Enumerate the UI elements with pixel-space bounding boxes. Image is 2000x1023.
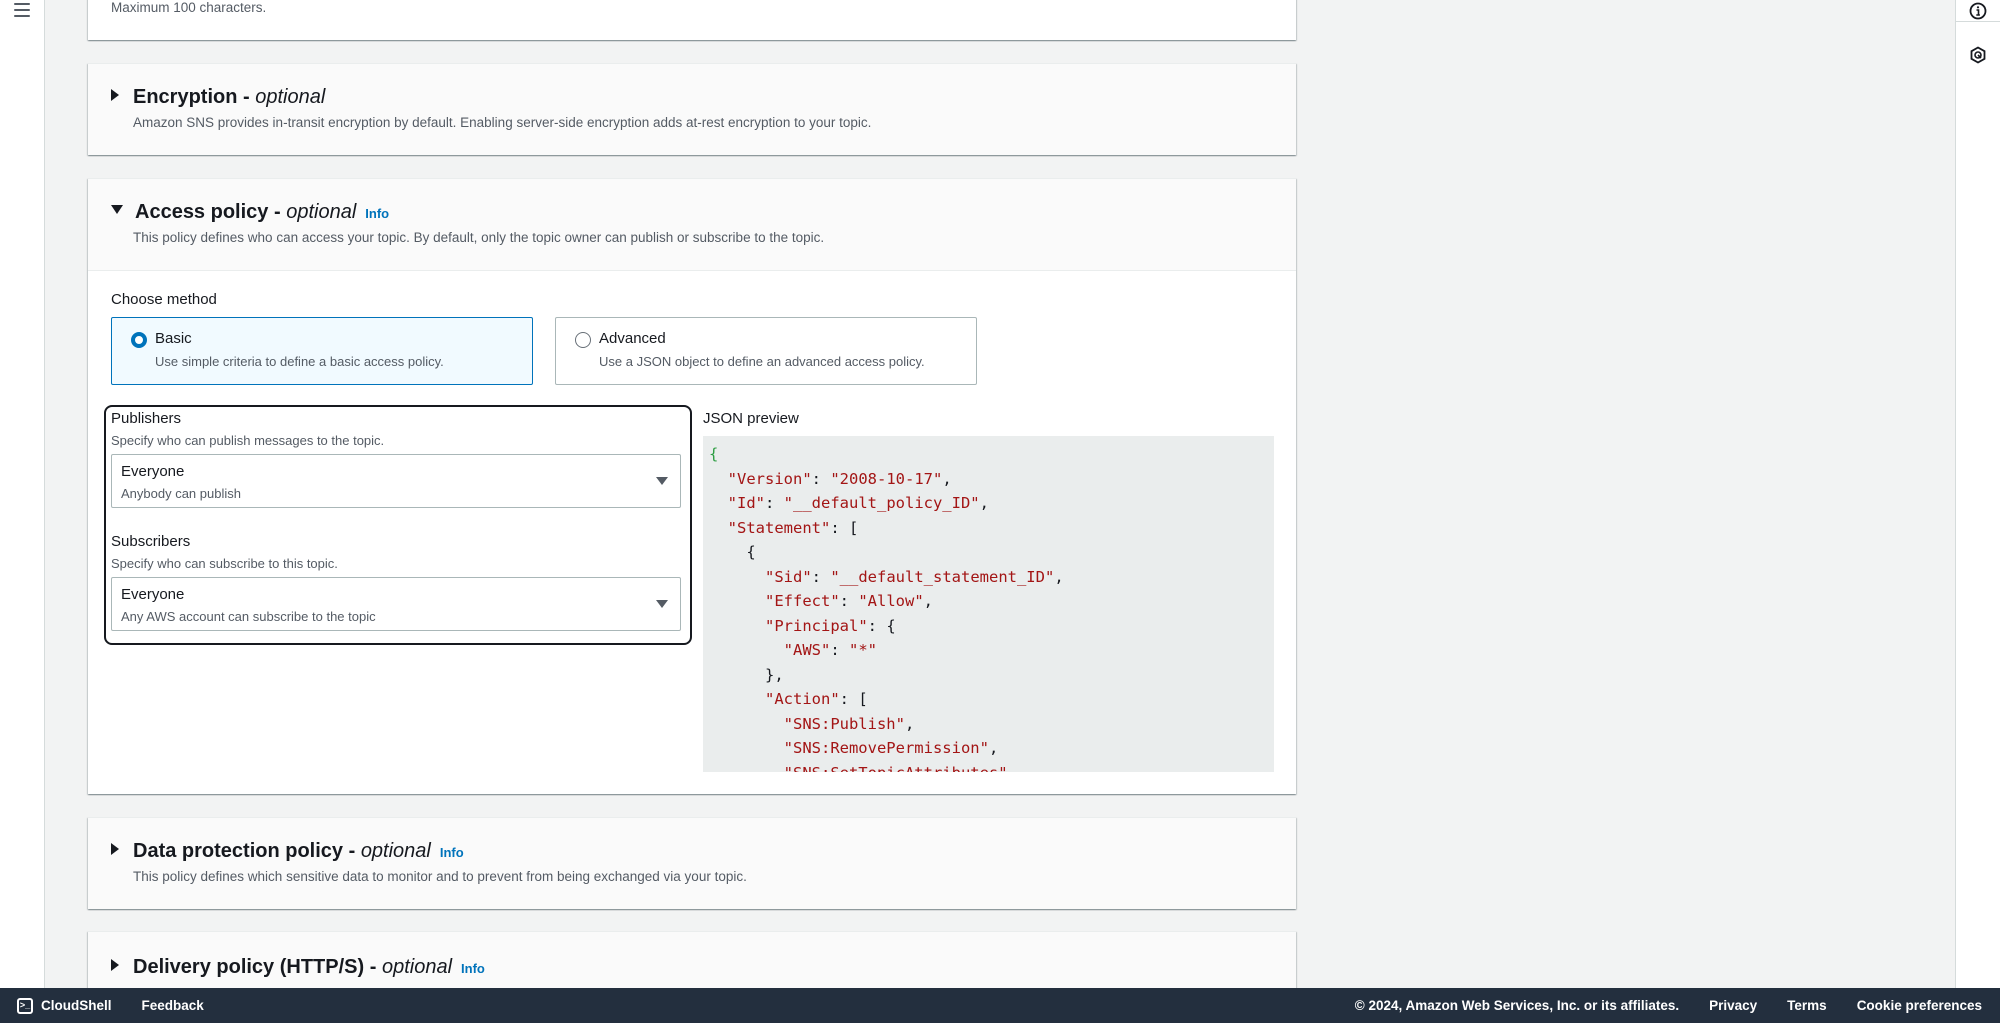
section-description: Amazon SNS provides in-transit encryptio…	[133, 115, 872, 130]
hexagon-feedback-icon	[1970, 46, 1986, 64]
console-footer: >_ CloudShell Feedback © 2024, Amazon We…	[0, 988, 2000, 1023]
access-policy-toggle[interactable]: Access policy - optional Info	[111, 201, 1296, 224]
menu-bar	[14, 9, 30, 11]
section-title: Delivery policy (HTTP/S) - optional	[133, 956, 453, 978]
selected-value: Everyone	[121, 586, 185, 603]
json-line: "Id": "__default_policy_ID",	[727, 494, 989, 512]
info-link[interactable]: Info	[365, 206, 389, 221]
feedback-link[interactable]: Feedback	[142, 998, 204, 1013]
privacy-link[interactable]: Privacy	[1709, 998, 1757, 1013]
section-description: This policy defines who can access your …	[133, 230, 825, 245]
tile-description: Use a JSON object to define an advanced …	[599, 354, 925, 369]
json-line: "AWS": "*"	[783, 641, 877, 659]
info-link[interactable]: Info	[440, 845, 464, 860]
json-line: "Sid": "__default_statement_ID",	[765, 567, 1064, 586]
dropdown-caret-icon	[656, 477, 668, 485]
selected-value: Everyone	[121, 463, 185, 480]
publishers-description: Specify who can publish messages to the …	[111, 433, 385, 448]
subscribers-description: Specify who can subscribe to this topic.	[111, 556, 338, 571]
details-panel: Maximum 100 characters.	[88, 0, 1296, 40]
json-line: {	[709, 543, 756, 561]
caret-down-icon	[111, 205, 123, 214]
info-circle-icon	[1969, 2, 1987, 19]
json-preview-code: { "Version": "2008-10-17", "Id": "__defa…	[709, 442, 1268, 772]
dropdown-caret-icon	[656, 600, 668, 608]
name-constraint-hint: Maximum 100 characters.	[111, 0, 267, 15]
access-policy-section: Access policy - optional Info This polic…	[88, 178, 1296, 794]
json-line: "Principal": {	[765, 616, 896, 635]
radio-button[interactable]	[575, 332, 591, 348]
json-line: },	[709, 665, 784, 684]
json-preview[interactable]: { "Version": "2008-10-17", "Id": "__defa…	[703, 436, 1274, 772]
method-tile-advanced[interactable]: Advanced Use a JSON object to define an …	[555, 317, 977, 385]
hamburger-menu-icon[interactable]	[14, 3, 30, 17]
data-protection-toggle[interactable]: Data protection policy - optional Info	[111, 840, 1296, 863]
radio-button-selected[interactable]	[131, 332, 147, 348]
section-description: This policy defines which sensitive data…	[133, 869, 747, 884]
menu-bar	[14, 15, 30, 17]
info-link[interactable]: Info	[461, 961, 485, 976]
cloudshell-icon: >_	[17, 997, 33, 1014]
feedback-panel-button[interactable]	[1956, 39, 2000, 71]
left-navigation	[0, 0, 45, 988]
subscribers-select[interactable]: Everyone Any AWS account can subscribe t…	[111, 577, 681, 631]
menu-bar	[14, 3, 30, 5]
json-line: "Version": "2008-10-17",	[727, 469, 952, 488]
json-line: "SNS:Publish",	[783, 714, 915, 733]
json-preview-label: JSON preview	[703, 410, 799, 427]
publishers-label: Publishers	[111, 410, 182, 427]
json-line: "Action": [	[765, 690, 868, 708]
info-panel-button[interactable]	[1956, 0, 2000, 22]
json-line: {	[709, 445, 719, 463]
json-line: "SNS:SetTopicAttributes",	[709, 761, 1268, 773]
terms-link[interactable]: Terms	[1787, 998, 1827, 1013]
section-title: Data protection policy - optional	[133, 840, 431, 862]
json-line: "Statement": [	[727, 518, 859, 537]
right-utility-rail	[1955, 0, 2000, 988]
tile-label: Basic	[155, 330, 192, 347]
cookie-preferences-link[interactable]: Cookie preferences	[1857, 998, 1982, 1013]
section-title: Access policy - optional	[135, 201, 357, 223]
copyright-text: © 2024, Amazon Web Services, Inc. or its…	[1354, 998, 1680, 1013]
publishers-select[interactable]: Everyone Anybody can publish	[111, 454, 681, 508]
caret-right-icon	[111, 89, 119, 101]
selected-description: Anybody can publish	[121, 486, 241, 501]
subscribers-label: Subscribers	[111, 533, 191, 550]
choose-method-label: Choose method	[111, 291, 217, 308]
json-line: "SNS:RemovePermission",	[783, 739, 999, 757]
encryption-toggle[interactable]: Encryption - optional	[111, 86, 1296, 109]
encryption-section: Encryption - optional Amazon SNS provide…	[88, 63, 1296, 155]
caret-right-icon	[111, 959, 119, 971]
delivery-policy-toggle[interactable]: Delivery policy (HTTP/S) - optional Info	[111, 956, 1296, 979]
method-tile-basic[interactable]: Basic Use simple criteria to define a ba…	[111, 317, 533, 385]
tile-description: Use simple criteria to define a basic ac…	[155, 354, 444, 369]
json-line: "Effect": "Allow",	[765, 592, 933, 610]
tile-label: Advanced	[599, 330, 666, 347]
selected-description: Any AWS account can subscribe to the top…	[121, 609, 376, 624]
cloudshell-button[interactable]: >_ CloudShell	[17, 997, 112, 1014]
section-title: Encryption - optional	[133, 86, 326, 108]
caret-right-icon	[111, 843, 119, 855]
cloudshell-label: CloudShell	[41, 998, 112, 1013]
data-protection-section: Data protection policy - optional Info T…	[88, 817, 1296, 909]
